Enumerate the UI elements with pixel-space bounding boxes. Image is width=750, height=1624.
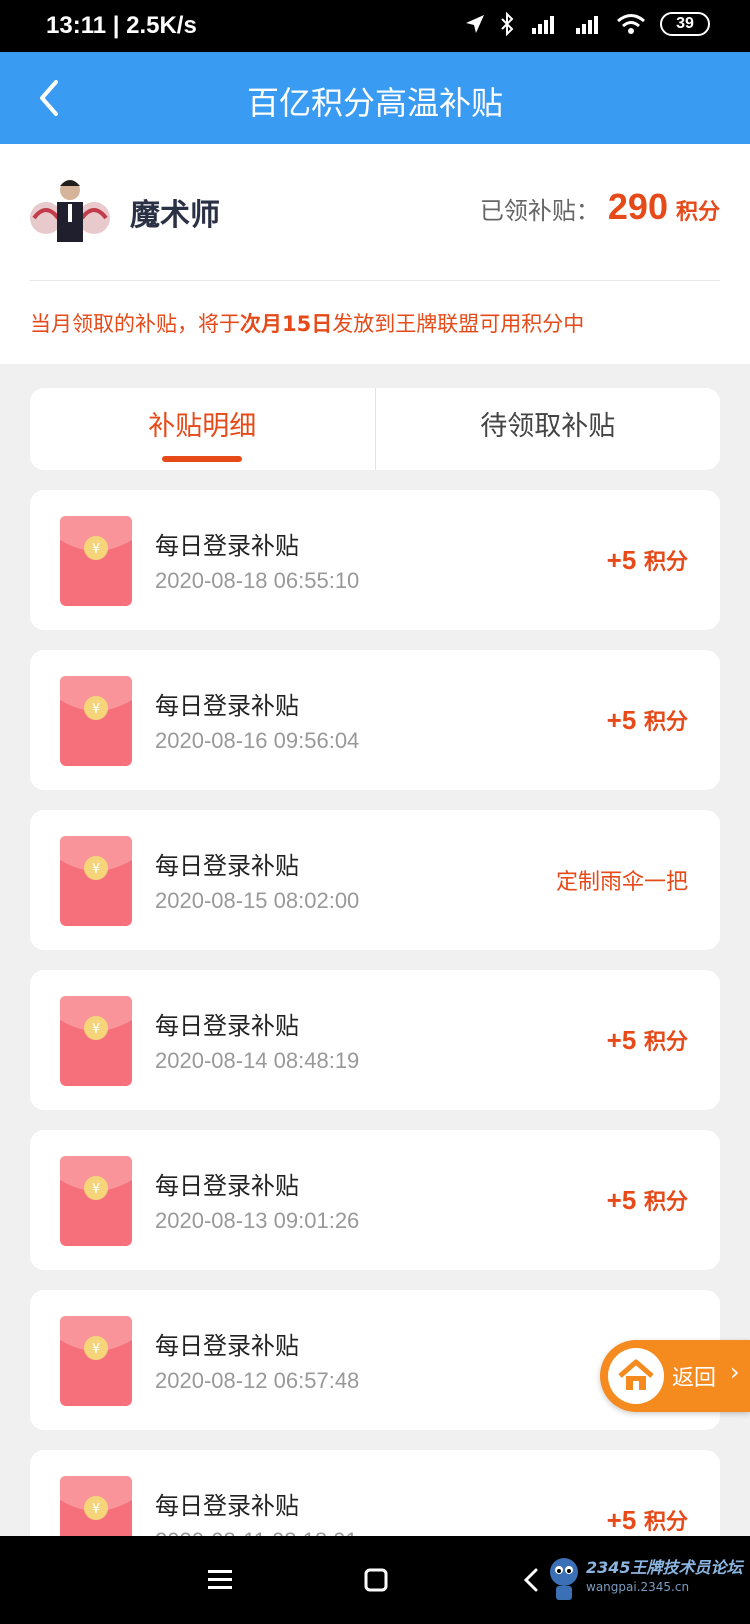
red-envelope-icon: ¥	[60, 836, 132, 926]
reward-amount: +5	[606, 1185, 637, 1215]
item-reward: +5 积分	[607, 1024, 688, 1056]
red-envelope-icon: ¥	[60, 676, 132, 766]
item-time: 2020-08-14 08:48:19	[155, 1048, 360, 1073]
list-item[interactable]: ¥ 每日登录补贴 2020-08-16 09:56:04 +5 积分	[30, 650, 720, 790]
menu-icon[interactable]	[202, 1562, 238, 1598]
wifi-icon	[617, 14, 645, 34]
profile-section: 魔术师 已领补贴： 290 积分 当月领取的补贴，将于次月15日发放到王牌联盟可…	[0, 144, 750, 364]
list-item[interactable]: ¥ 每日登录补贴 2020-08-18 06:55:10 +5 积分	[30, 490, 720, 630]
payout-notice: 当月领取的补贴，将于次月15日发放到王牌联盟可用积分中	[30, 308, 584, 338]
page-title: 百亿积分高温补贴	[246, 84, 503, 122]
item-time: 2020-08-15 08:02:00	[155, 888, 360, 913]
battery-indicator: 39	[660, 12, 710, 36]
item-title: 每日登录补贴	[155, 692, 299, 720]
reward-amount: +5	[606, 1025, 637, 1055]
svg-text:¥: ¥	[92, 542, 100, 557]
item-reward: +5 积分	[607, 1504, 688, 1536]
item-title: 每日登录补贴	[155, 1172, 299, 1200]
svg-text:¥: ¥	[92, 862, 100, 877]
item-title: 每日登录补贴	[155, 1332, 299, 1360]
reward-amount: +5	[606, 705, 637, 735]
svg-text:¥: ¥	[92, 1182, 100, 1197]
tab-subsidy-details[interactable]: 补贴明细	[30, 388, 375, 470]
tab-pending-subsidy[interactable]: 待领取补贴	[376, 388, 721, 470]
subsidy-list: ¥ 每日登录补贴 2020-08-18 06:55:10 +5 积分 ¥ 每日登…	[30, 490, 720, 1610]
received-value: 290	[607, 186, 668, 227]
svg-text:¥: ¥	[92, 1022, 100, 1037]
watermark-title: 2345王牌技术员论坛	[586, 1558, 743, 1577]
item-reward: +5 积分	[607, 1184, 688, 1216]
reward-prize: 定制雨伞一把	[555, 870, 688, 895]
location-icon	[466, 15, 484, 33]
reward-unit: 积分	[643, 1030, 688, 1055]
list-item[interactable]: ¥ 每日登录补贴 2020-08-13 09:01:26 +5 积分	[30, 1130, 720, 1270]
item-reward: +5 积分	[607, 544, 688, 576]
reward-unit: 积分	[643, 550, 688, 575]
status-time: 13:11 | 2.5K/s	[46, 12, 197, 39]
notice-text-1: 当月领取的补贴，将于	[30, 312, 240, 336]
username: 魔术师	[130, 198, 220, 233]
red-envelope-icon: ¥	[60, 1316, 132, 1406]
status-icons: 39	[464, 12, 710, 36]
avatar[interactable]	[30, 172, 110, 242]
notice-text-2: 发放到王牌联盟可用积分中	[332, 312, 585, 336]
home-square-icon[interactable]	[358, 1562, 394, 1598]
item-time: 2020-08-13 09:01:26	[155, 1208, 360, 1233]
home-icon	[608, 1348, 664, 1404]
nav-bar: 百亿积分高温补贴	[0, 52, 750, 144]
mascot-logo	[550, 1558, 578, 1600]
system-nav-bar: 2345王牌技术员论坛 wangpai.2345.cn	[0, 1536, 750, 1624]
received-unit: 积分	[675, 200, 720, 225]
status-bar: 13:11 | 2.5K/s 39	[0, 0, 750, 52]
item-title: 每日登录补贴	[155, 1492, 299, 1520]
notice-highlight: 次月15日	[240, 312, 333, 336]
signal-icon	[576, 16, 598, 34]
item-title: 每日登录补贴	[155, 532, 299, 560]
item-time: 2020-08-16 09:56:04	[155, 728, 360, 753]
red-envelope-icon: ¥	[60, 516, 132, 606]
return-label: 返回	[672, 1366, 717, 1391]
chevron-right-icon: ›	[730, 1358, 740, 1386]
item-reward: +5 积分	[607, 704, 688, 736]
item-reward: 定制雨伞一把	[556, 864, 688, 896]
received-summary: 已领补贴： 290 积分	[480, 186, 720, 228]
return-button[interactable]: 返回 ›	[600, 1340, 750, 1412]
red-envelope-icon: ¥	[60, 1156, 132, 1246]
tab-bar: 补贴明细 待领取补贴	[30, 388, 720, 470]
item-title: 每日登录补贴	[155, 1012, 299, 1040]
signal-hd-icon	[532, 16, 554, 34]
reward-amount: +5	[606, 545, 637, 575]
reward-unit: 积分	[643, 1510, 688, 1535]
svg-text:¥: ¥	[92, 1342, 100, 1357]
reward-amount: +5	[606, 1505, 637, 1535]
bluetooth-icon	[501, 12, 514, 36]
item-time: 2020-08-12 06:57:48	[155, 1368, 360, 1393]
divider	[30, 280, 720, 281]
red-envelope-icon: ¥	[60, 996, 132, 1086]
reward-unit: 积分	[643, 1190, 688, 1215]
svg-text:¥: ¥	[92, 1502, 100, 1517]
watermark: 2345王牌技术员论坛 wangpai.2345.cn	[542, 1550, 743, 1612]
item-title: 每日登录补贴	[155, 852, 299, 880]
svg-text:¥: ¥	[92, 702, 100, 717]
watermark-url: wangpai.2345.cn	[586, 1580, 690, 1594]
list-item[interactable]: ¥ 每日登录补贴 2020-08-14 08:48:19 +5 积分	[30, 970, 720, 1110]
item-time: 2020-08-18 06:55:10	[155, 568, 360, 593]
received-label: 已领补贴：	[479, 197, 600, 225]
reward-unit: 积分	[643, 710, 688, 735]
list-item[interactable]: ¥ 每日登录补贴 2020-08-15 08:02:00 定制雨伞一把	[30, 810, 720, 950]
